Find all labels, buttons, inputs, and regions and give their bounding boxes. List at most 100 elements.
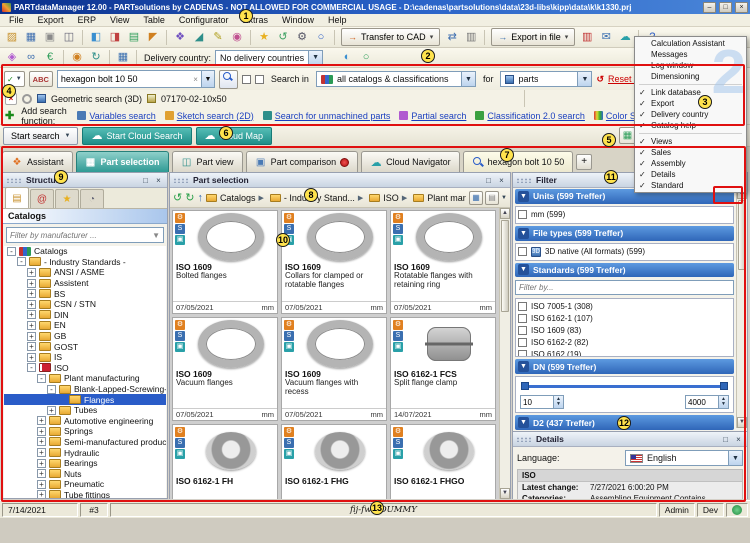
tree-item-automotive-engineering[interactable]: + Automotive engineering: [4, 416, 166, 427]
drag-handle-icon[interactable]: [22, 94, 32, 104]
maximize-button[interactable]: □: [719, 2, 732, 13]
part-card-fh[interactable]: ⚙ S ▣ ISO 6162-1 FH: [172, 424, 278, 499]
ctx-catalog-help[interactable]: ✓ Catalog help: [636, 120, 745, 131]
delivery-country-select[interactable]: No delivery countries ▼: [215, 50, 323, 66]
tab-search-hexagon-bolt[interactable]: hexagon bolt 10 50: [463, 151, 574, 172]
part-card-rotatable-flanges[interactable]: ⚙ S ▣ ISO 1609 Rotatable flanges with re…: [390, 210, 496, 314]
filter-section-standards[interactable]: ▼ Standards (599 Treffer): [515, 263, 734, 278]
structure-tab-links[interactable]: @: [30, 189, 54, 208]
details-view-button[interactable]: ▤: [485, 191, 499, 205]
tree-item-bearings[interactable]: + Bearings: [4, 458, 166, 469]
part-card-vacuum-flanges-recess[interactable]: ⚙ S ▣ ISO 1609 Vacuum flanges with reces…: [281, 317, 387, 421]
tree-expander-icon[interactable]: -: [17, 257, 26, 266]
menu-view[interactable]: View: [103, 14, 136, 27]
ctx-delivery-country[interactable]: ✓ Delivery country: [636, 109, 745, 120]
close-button[interactable]: ×: [735, 2, 748, 13]
float-panel-icon[interactable]: □: [483, 175, 494, 186]
tab-cloud-navigator[interactable]: Cloud Navigator: [361, 151, 460, 172]
tree-expander-icon[interactable]: -: [27, 363, 36, 372]
filter-section-filetypes[interactable]: ▼ File types (599 Treffer): [515, 226, 734, 241]
cloud-upload-icon[interactable]: ☁: [616, 29, 634, 46]
part-card-split-flange-clamp[interactable]: ⚙ S ▣ ISO 6162-1 FCS Split flange clamp …: [390, 317, 496, 421]
standard-iso-6162-1[interactable]: ISO 6162-1 (107): [518, 312, 731, 324]
ctx-assembly[interactable]: ✓ Assembly: [636, 158, 745, 169]
tree-expander-icon[interactable]: +: [27, 289, 36, 298]
tree-expander-icon[interactable]: +: [37, 437, 46, 446]
tree-item-assistent[interactable]: + Assistent: [4, 278, 166, 289]
tree-expander-icon[interactable]: +: [27, 268, 36, 277]
menu-help[interactable]: Help: [321, 14, 354, 27]
folder-up-icon[interactable]: ↑: [197, 192, 203, 204]
stamp-icon[interactable]: ◉: [228, 29, 246, 46]
tree-expander-icon[interactable]: +: [37, 427, 46, 436]
dn-range-slider[interactable]: [522, 380, 727, 392]
scroll-down-icon[interactable]: ▼: [500, 488, 510, 499]
run-search-button[interactable]: [219, 70, 238, 89]
forward-icon[interactable]: ↻: [185, 191, 194, 204]
scrollbar-thumb[interactable]: [738, 200, 746, 270]
menu-file[interactable]: File: [2, 14, 31, 27]
tree-item-hydraulic[interactable]: + Hydraulic: [4, 447, 166, 458]
cart-icon[interactable]: ▦: [114, 49, 132, 66]
tree-item-plant-manufacturing[interactable]: - Plant manufacturing: [4, 373, 166, 384]
settings-icon[interactable]: ⚙: [293, 29, 311, 46]
dimensioning-icon[interactable]: ◤: [144, 29, 162, 46]
link-database-icon[interactable]: ∞: [22, 49, 40, 66]
panel-grip[interactable]: [173, 178, 189, 183]
part-card-collars[interactable]: ⚙ S ▣ ISO 1609 Collars for clamped or ro…: [281, 210, 387, 314]
standard-checkbox[interactable]: [518, 302, 527, 311]
breadcrumb-plant-manufacturing[interactable]: ▶ Plant manufacturing...: [399, 193, 466, 203]
breadcrumb-iso[interactable]: ▶ ISO: [355, 193, 399, 203]
spinner-icons[interactable]: ▲▼: [719, 395, 729, 409]
partial-search-link[interactable]: Partial search: [399, 111, 466, 121]
start-search-button[interactable]: Start search ▼: [3, 127, 78, 145]
panel-grip[interactable]: [516, 437, 532, 442]
spinner-icons[interactable]: ▲▼: [554, 395, 564, 409]
filetype-3d-checkbox[interactable]: [518, 247, 527, 256]
search-option-checkbox-2[interactable]: [255, 75, 264, 84]
ctx-sales[interactable]: ✓ Sales: [636, 147, 745, 158]
3d-preview-icon[interactable]: ◧: [87, 29, 105, 46]
save-icon[interactable]: ▦: [22, 29, 40, 46]
tree-expander-icon[interactable]: +: [37, 480, 46, 489]
link-cad-icon[interactable]: ⇄: [443, 29, 461, 46]
language-select[interactable]: English ▼: [625, 450, 743, 466]
tree-item-tube-fittings[interactable]: + Tube fittings: [4, 490, 166, 498]
tree-expander-icon[interactable]: +: [37, 469, 46, 478]
tree-item-semi-manufactured-products[interactable]: + Semi-manufactured products: [4, 437, 166, 448]
panel-grip[interactable]: [6, 178, 22, 183]
role-icon[interactable]: ◉: [68, 49, 86, 66]
dn-min-handle[interactable]: [521, 382, 529, 390]
price-icon[interactable]: €: [41, 49, 59, 66]
search-option-checkbox-1[interactable]: [242, 75, 251, 84]
standard-checkbox[interactable]: [518, 314, 527, 323]
close-panel-icon[interactable]: ×: [496, 175, 507, 186]
menu-table[interactable]: Table: [136, 14, 172, 27]
classification-search-link[interactable]: Classification 2.0 search: [475, 111, 585, 121]
tree-expander-icon[interactable]: +: [27, 342, 36, 351]
assembly-icon[interactable]: ❖: [171, 29, 189, 46]
tree-item-pneumatic[interactable]: + Pneumatic: [4, 479, 166, 490]
filter-section-dn[interactable]: ▼ DN (599 Treffer): [515, 359, 734, 374]
close-panel-icon[interactable]: ×: [153, 175, 164, 186]
2d-derivation-icon[interactable]: ◨: [106, 29, 124, 46]
add-search-tab-button[interactable]: +: [576, 154, 592, 170]
tree-expander-icon[interactable]: -: [7, 247, 16, 256]
filter-scrollbar[interactable]: ▲ ▼: [736, 188, 747, 428]
tree-item-industry-standards[interactable]: - - Industry Standards -: [4, 257, 166, 268]
tree-expander-icon[interactable]: +: [27, 321, 36, 330]
history-icon[interactable]: ↺: [274, 29, 292, 46]
search-in-select[interactable]: all catalogs & classifications ▼: [316, 71, 476, 87]
tree-expander-icon[interactable]: -: [47, 385, 56, 394]
tree-item-iso[interactable]: - ISO: [4, 363, 166, 374]
document-icon[interactable]: ▥: [462, 29, 480, 46]
menu-configurator[interactable]: Configurator: [172, 14, 236, 27]
float-panel-icon[interactable]: □: [720, 434, 731, 445]
dn-max-input[interactable]: [685, 395, 719, 409]
back-icon[interactable]: ↺: [173, 191, 182, 204]
standards-filter-input[interactable]: [516, 283, 733, 292]
tree-expander-icon[interactable]: -: [37, 374, 46, 383]
note-icon[interactable]: ✎: [209, 29, 227, 46]
tree-item-flanges[interactable]: Flanges: [4, 394, 166, 405]
standard-iso-7005-1[interactable]: ISO 7005-1 (308): [518, 300, 731, 312]
